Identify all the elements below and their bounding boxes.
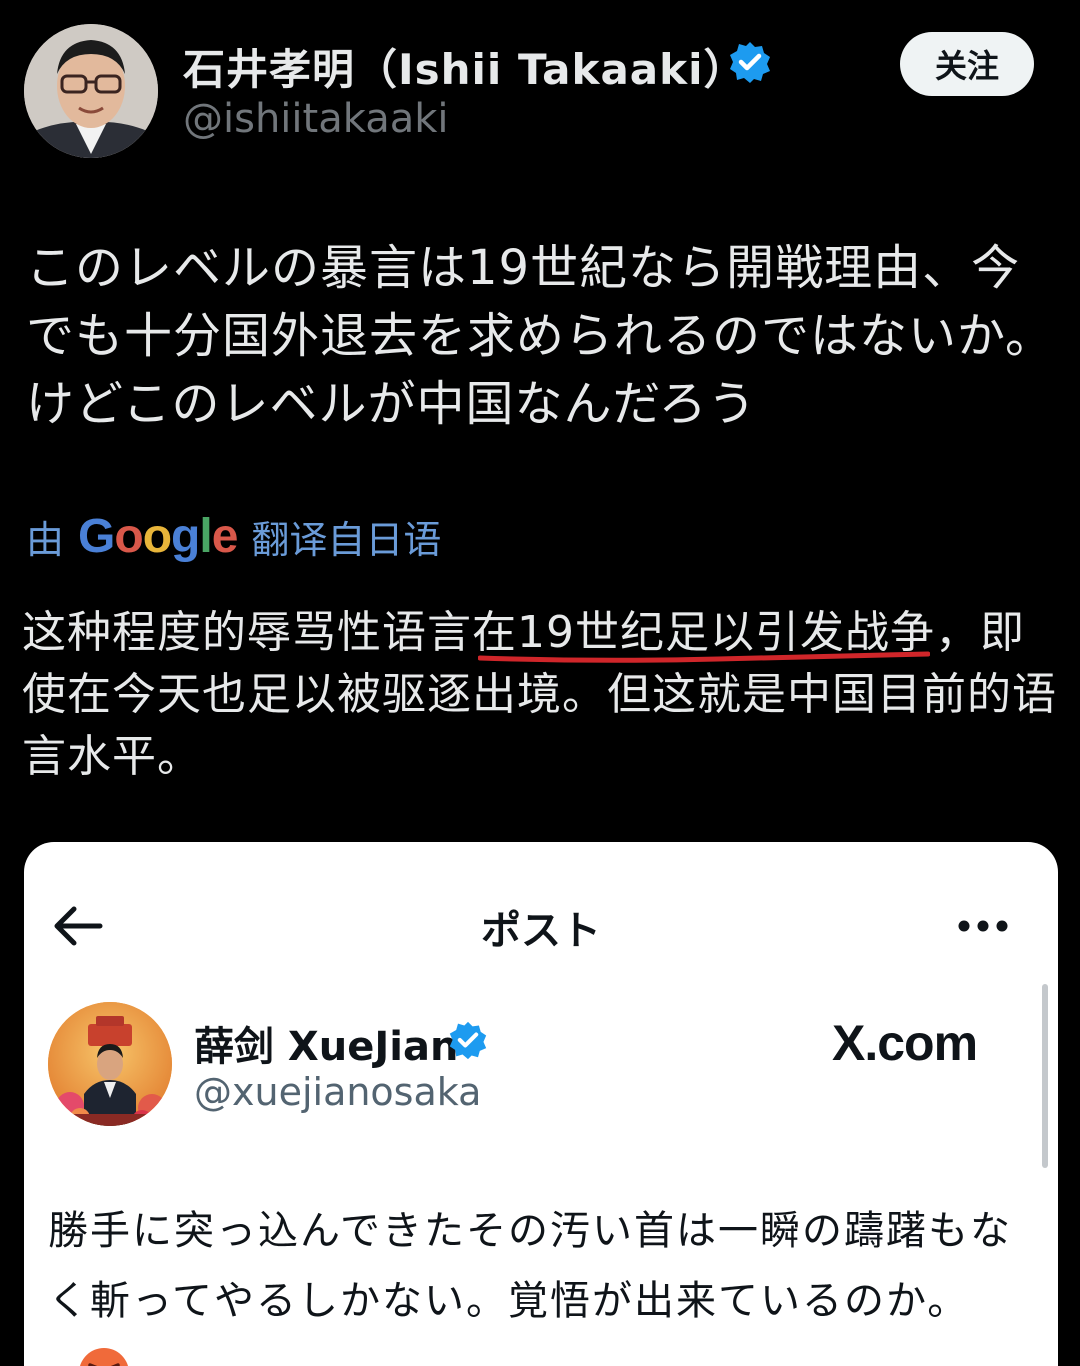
author-display-name[interactable]: 石井孝明（Ishii Takaaki） — [183, 36, 746, 97]
embedded-post-screenshot: ポスト 薛剑 XueJian @xuejianosaka X.com 勝手に突っ… — [24, 842, 1058, 1366]
x-com-watermark: X.com — [832, 1015, 978, 1071]
embedded-post-body: 勝手に突っ込んできたその汚い首は一瞬の躊躇もなく斬ってやるしかない。覚悟が出来て… — [48, 1208, 1012, 1324]
verified-badge-icon — [448, 1020, 488, 1060]
embedded-author-name[interactable]: 薛剑 XueJian — [194, 1014, 458, 1072]
angry-face-emoji-icon — [78, 1347, 130, 1366]
post-text: このレベルの暴言は19世紀なら開戦理由、今でも十分国外退去を求められるのではない… — [26, 240, 1055, 432]
follow-button[interactable]: 关注 — [900, 32, 1034, 96]
translated-by-prefix: 由 — [26, 517, 65, 562]
translation-text: 这种程度的辱骂性语言在19世纪足以引发战争，即使在今天也足以被驱逐出境。但这就是… — [22, 602, 1062, 788]
embedded-post-text: 勝手に突っ込んできたその汚い首は一瞬の躊躇もなく斬ってやるしかない。覚悟が出来て… — [48, 1196, 1038, 1366]
embedded-author-handle[interactable]: @xuejianosaka — [194, 1070, 481, 1114]
translated-from-label: 翻译自日语 — [251, 517, 442, 562]
author-handle[interactable]: @ishiitakaaki — [183, 96, 449, 142]
translation-attribution[interactable]: 由 Google 翻译自日语 — [26, 506, 441, 566]
author-avatar[interactable] — [24, 24, 158, 158]
more-options-icon[interactable] — [956, 916, 1010, 936]
google-logo: Google — [78, 509, 238, 563]
verified-badge-icon — [728, 40, 772, 84]
translation-text-before: 这种程度的辱骂性语言 — [22, 607, 472, 658]
embedded-author-avatar[interactable] — [48, 1002, 172, 1126]
tweet-screenshot: 石井孝明（Ishii Takaaki） @ishiitakaaki 关注 このレ… — [0, 0, 1080, 1366]
scrollbar[interactable] — [1042, 984, 1048, 1168]
embedded-header-title: ポスト — [481, 908, 601, 954]
red-underline-annotation — [478, 651, 930, 663]
